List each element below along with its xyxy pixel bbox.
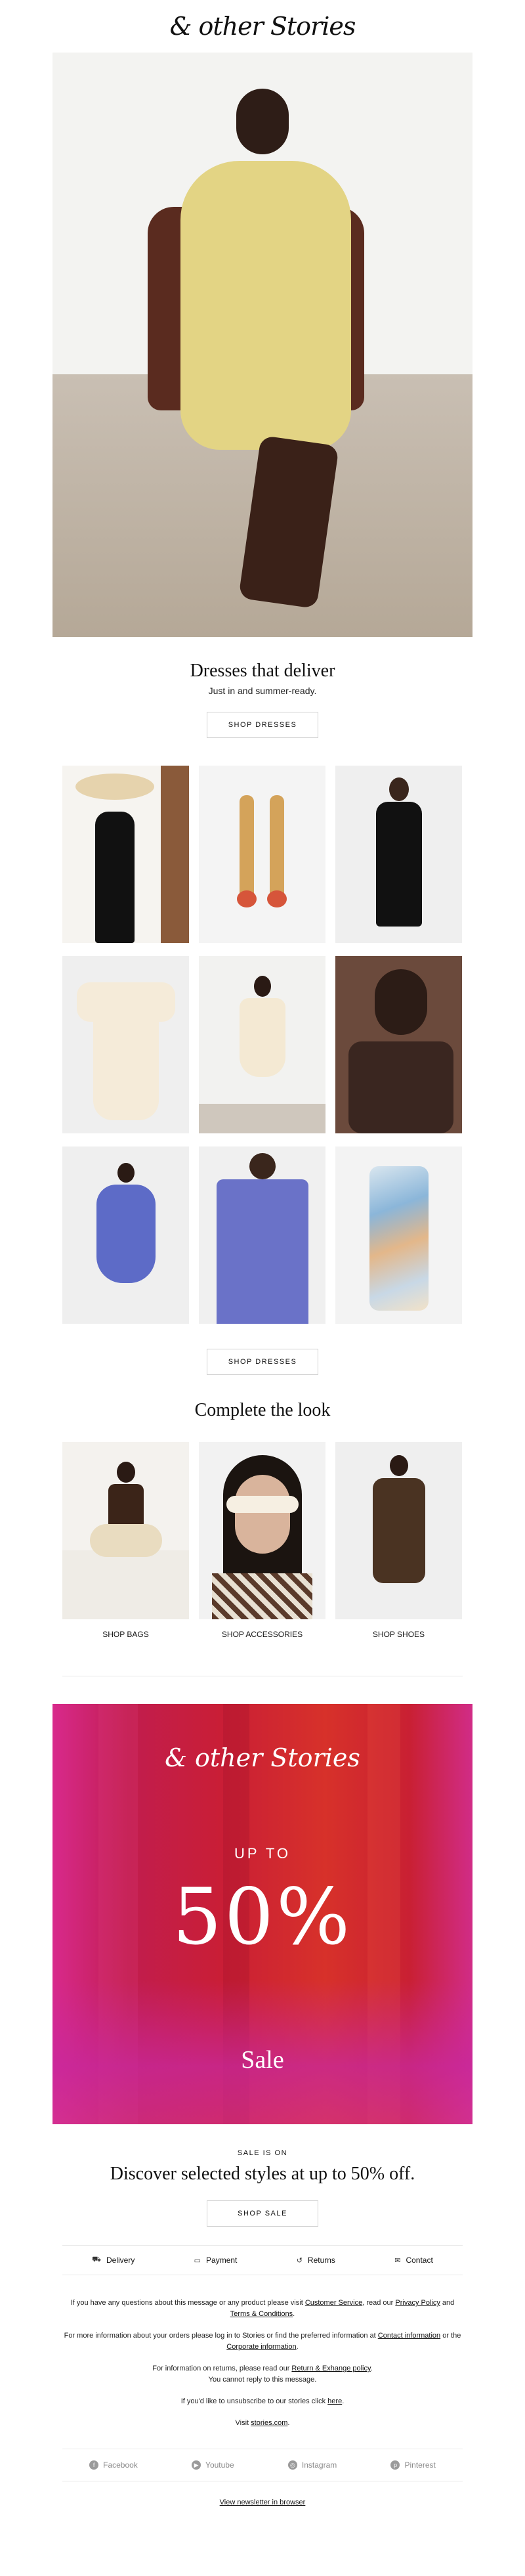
delivery-truck-icon: ⛟	[92, 2256, 101, 2263]
look-image-bags[interactable]	[62, 1442, 189, 1619]
sale-eyebrow: SALE IS ON	[237, 2149, 288, 2157]
social-pinterest[interactable]: p Pinterest	[390, 2460, 436, 2470]
look-item-shoes[interactable]: SHOP SHOES	[335, 1442, 462, 1639]
service-payment[interactable]: ▭ Payment	[194, 2256, 238, 2265]
service-returns[interactable]: ↺ Returns	[297, 2256, 335, 2265]
sale-banner-logo: & other Stories	[165, 1743, 360, 1772]
no-reply-text: You cannot reply to this message.	[208, 2376, 317, 2384]
legal-p3-text: For information on returns, please read …	[152, 2365, 290, 2372]
product-tile[interactable]	[199, 1146, 326, 1324]
dresses-subtitle: Just in and summer-ready.	[208, 686, 317, 696]
legal-p2-text3: .	[296, 2343, 299, 2351]
unsubscribe-text2: .	[342, 2397, 345, 2405]
social-youtube-label: Youtube	[205, 2460, 234, 2470]
legal-p1-text: If you have any questions about this mes…	[70, 2299, 303, 2307]
unsubscribe-link[interactable]: here	[327, 2397, 342, 2405]
legal-text: If you have any questions about this mes…	[62, 2298, 463, 2429]
shop-accessories-link[interactable]: SHOP ACCESSORIES	[199, 1630, 326, 1639]
shop-shoes-link[interactable]: SHOP SHOES	[335, 1630, 462, 1639]
legal-p2-text2: or the	[442, 2332, 461, 2340]
chat-icon: ✉	[394, 2256, 401, 2265]
shop-bags-link[interactable]: SHOP BAGS	[62, 1630, 189, 1639]
stories-com-link[interactable]: stories.com	[251, 2419, 287, 2427]
facebook-icon: f	[89, 2460, 99, 2470]
brand-logo[interactable]: & other Stories	[170, 12, 356, 41]
sale-banner-upto: UP TO	[234, 1845, 291, 1862]
service-delivery-label: Delivery	[106, 2256, 135, 2265]
sale-banner-word: Sale	[241, 2046, 284, 2074]
social-instagram-label: Instagram	[301, 2460, 337, 2470]
product-grid	[62, 766, 463, 1324]
privacy-policy-link[interactable]: Privacy Policy	[395, 2299, 440, 2307]
social-facebook[interactable]: f Facebook	[89, 2460, 138, 2470]
social-youtube[interactable]: ▶ Youtube	[192, 2460, 234, 2470]
look-grid: SHOP BAGS SHOP ACCESSORIES SHOP SHOES	[62, 1442, 463, 1639]
social-facebook-label: Facebook	[103, 2460, 138, 2470]
shop-sale-button[interactable]: SHOP SALE	[207, 2200, 318, 2227]
product-tile[interactable]	[335, 1146, 462, 1324]
legal-p2-text: For more information about your orders p…	[64, 2332, 376, 2340]
hero-dress	[180, 161, 351, 450]
legal-p1-text2: , read our	[362, 2299, 394, 2307]
newsletter-page: & other Stories Dresses that deliver Jus…	[0, 0, 525, 2520]
shop-dresses-button[interactable]: SHOP DRESSES	[207, 712, 318, 738]
sale-banner-percent: 50%	[172, 1871, 353, 1962]
social-bar: f Facebook ▶ Youtube ◎ Instagram p Pinte…	[62, 2449, 463, 2481]
unsubscribe-text: If you'd like to unsubscribe to our stor…	[180, 2397, 326, 2405]
look-image-shoes[interactable]	[335, 1442, 462, 1619]
customer-service-link[interactable]: Customer Service	[305, 2299, 362, 2307]
return-arrow-icon: ↺	[296, 2256, 303, 2265]
look-title: Complete the look	[194, 1400, 331, 1420]
look-item-accessories[interactable]: SHOP ACCESSORIES	[199, 1442, 326, 1639]
service-payment-label: Payment	[206, 2256, 238, 2265]
corporate-information-link[interactable]: Corporate information	[226, 2343, 296, 2351]
product-tile[interactable]	[335, 766, 462, 943]
service-returns-label: Returns	[307, 2256, 335, 2265]
product-tile[interactable]	[199, 766, 326, 943]
sale-title: Discover selected styles at up to 50% of…	[110, 2164, 415, 2184]
visit-text2: .	[287, 2419, 290, 2427]
legal-p1-text3: and	[442, 2299, 455, 2307]
product-tile[interactable]	[62, 956, 189, 1133]
look-item-bags[interactable]: SHOP BAGS	[62, 1442, 189, 1639]
product-tile[interactable]	[62, 1146, 189, 1324]
pinterest-icon: p	[390, 2460, 400, 2470]
service-bar: ⛟ Delivery ▭ Payment ↺ Returns ✉ Contact	[62, 2245, 463, 2275]
terms-link[interactable]: Terms & Conditions	[230, 2310, 293, 2318]
service-delivery[interactable]: ⛟ Delivery	[92, 2256, 135, 2265]
shop-dresses-button-bottom[interactable]: SHOP DRESSES	[207, 1349, 318, 1375]
service-contact-label: Contact	[406, 2256, 433, 2265]
social-pinterest-label: Pinterest	[404, 2460, 436, 2470]
dresses-title: Dresses that deliver	[190, 661, 335, 681]
product-tile[interactable]	[335, 956, 462, 1133]
card-icon: ▭	[194, 2256, 201, 2265]
visit-text: Visit	[235, 2419, 249, 2427]
hero-image[interactable]	[52, 53, 472, 637]
product-tile[interactable]	[62, 766, 189, 943]
youtube-icon: ▶	[192, 2460, 201, 2470]
legal-p3-text2: .	[370, 2365, 373, 2372]
service-contact[interactable]: ✉ Contact	[394, 2256, 433, 2265]
legal-p1-text4: .	[293, 2310, 295, 2318]
header: & other Stories	[0, 0, 525, 53]
contact-information-link[interactable]: Contact information	[378, 2332, 440, 2340]
social-instagram[interactable]: ◎ Instagram	[287, 2460, 337, 2470]
return-policy-link[interactable]: Return & Exhange policy	[291, 2365, 370, 2372]
look-image-accessories[interactable]	[199, 1442, 326, 1619]
instagram-icon: ◎	[287, 2460, 297, 2470]
sale-banner[interactable]: & other Stories UP TO 50% Sale	[52, 1704, 472, 2124]
product-tile[interactable]	[199, 956, 326, 1133]
view-in-browser-link[interactable]: View newsletter in browser	[0, 2499, 525, 2506]
hero-model-head	[236, 89, 289, 154]
